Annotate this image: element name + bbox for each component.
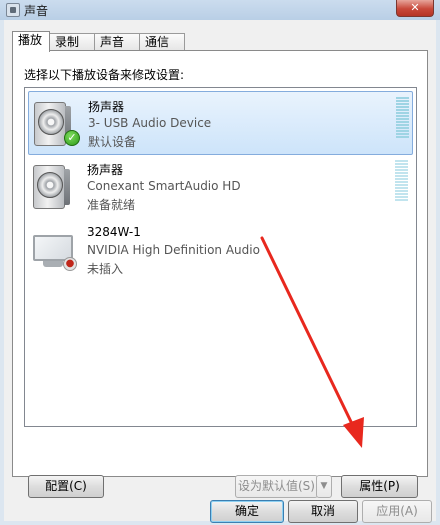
playback-panel: 选择以下播放设备来修改设置: ✓ 扬声器 3- USB Audio Device… xyxy=(12,50,428,498)
sound-app-icon xyxy=(6,3,20,17)
dialog-body: 播放 录制 声音 通信 选择以下播放设备来修改设置: ✓ 扬声器 3- USB … xyxy=(4,20,436,523)
instruction-label: 选择以下播放设备来修改设置: xyxy=(24,68,185,82)
device-status: 准备就绪 xyxy=(87,198,136,212)
tab-playback[interactable]: 播放 xyxy=(12,31,50,52)
device-name: 扬声器 xyxy=(88,100,125,114)
device-description: 3- USB Audio Device xyxy=(88,116,212,130)
tab-sounds[interactable]: 声音 xyxy=(94,33,140,51)
speaker-icon: ✓ xyxy=(34,100,80,150)
set-default-dropdown-arrow[interactable]: ▼ xyxy=(316,475,332,498)
device-description: NVIDIA High Definition Audio xyxy=(87,243,260,257)
device-item-nvidia-monitor[interactable]: ● 3284W-1 NVIDIA High Definition Audio 未… xyxy=(28,219,413,283)
apply-button[interactable]: 应用(A) xyxy=(362,500,432,523)
device-item-conexant-speaker[interactable]: 扬声器 Conexant SmartAudio HD 准备就绪 xyxy=(28,155,413,219)
tab-recording[interactable]: 录制 xyxy=(49,33,95,51)
unplugged-icon: ● xyxy=(63,257,77,271)
set-default-button[interactable]: 设为默认值(S) xyxy=(235,475,318,498)
configure-button[interactable]: 配置(C) xyxy=(28,475,104,498)
device-status: 默认设备 xyxy=(88,135,137,149)
tab-communications[interactable]: 通信 xyxy=(139,33,185,51)
speaker-icon xyxy=(33,163,79,213)
ok-button[interactable]: 确定 xyxy=(210,500,284,523)
close-button[interactable]: ✕ xyxy=(396,0,434,17)
properties-button[interactable]: 属性(P) xyxy=(341,475,418,498)
cancel-button[interactable]: 取消 xyxy=(288,500,358,523)
device-name: 扬声器 xyxy=(87,163,124,177)
playback-device-list[interactable]: ✓ 扬声器 3- USB Audio Device 默认设备 扬声器 Conex… xyxy=(24,87,417,427)
device-item-usb-speaker[interactable]: ✓ 扬声器 3- USB Audio Device 默认设备 xyxy=(28,91,413,155)
volume-level-meter xyxy=(395,160,408,202)
title-bar: 声音 ✕ xyxy=(0,0,440,20)
device-name: 3284W-1 xyxy=(87,225,141,239)
monitor-icon: ● xyxy=(33,227,79,277)
window-title: 声音 xyxy=(24,4,49,18)
device-description: Conexant SmartAudio HD xyxy=(87,179,241,193)
device-status: 未插入 xyxy=(87,262,124,276)
volume-level-meter xyxy=(396,97,409,139)
default-device-check-icon: ✓ xyxy=(64,130,80,146)
